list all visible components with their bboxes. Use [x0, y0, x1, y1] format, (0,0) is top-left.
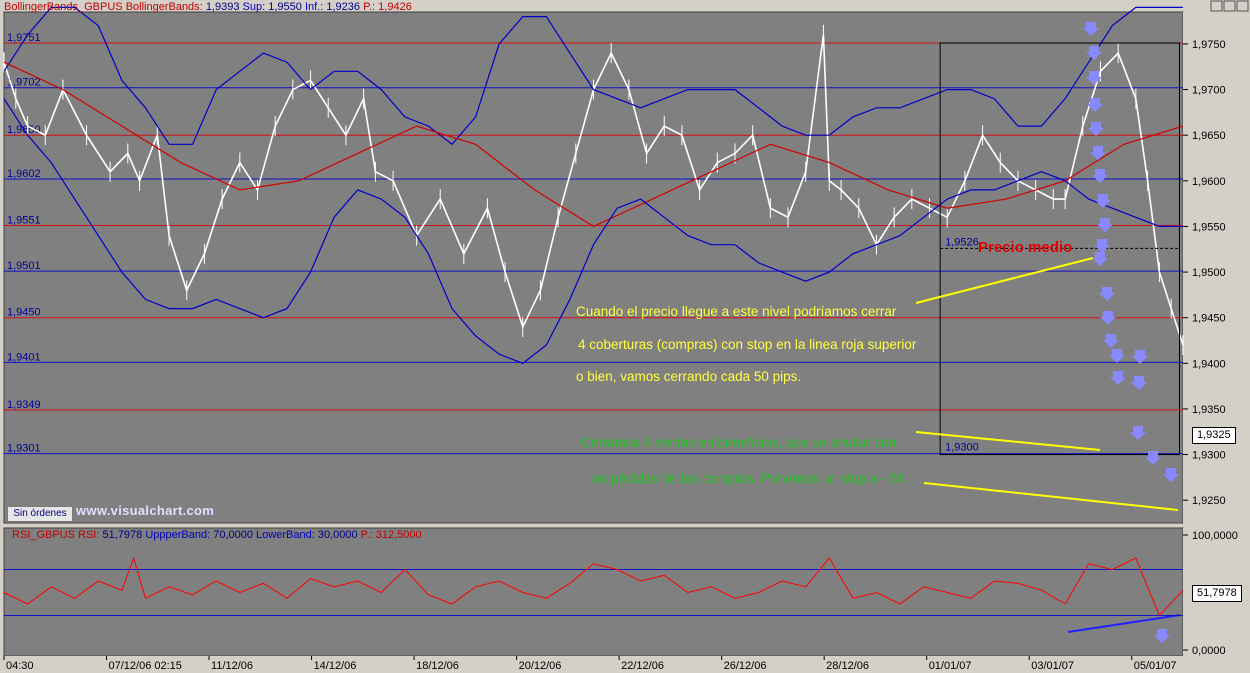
y-tick-label: 1,9650	[1192, 130, 1226, 142]
box-label-bottom: 1,9300	[945, 442, 979, 454]
y-tick-label: 1,9250	[1192, 495, 1226, 507]
x-tick-label: 14/12/06	[314, 660, 357, 672]
p-value: 1,9426	[378, 1, 412, 13]
sup-value: 1,9550	[268, 1, 302, 13]
annotation-text: Cerramos 4 ventas en beneficios, que se …	[581, 435, 896, 450]
p-label: P.:	[363, 1, 376, 13]
x-tick-label: 04:30	[6, 660, 34, 672]
trading-chart: 1,97511,97021,96501,96021,95511,95011,94…	[0, 0, 1250, 673]
box-label-top: 1,9526	[945, 236, 979, 248]
watermark: www.visualchart.com	[76, 503, 215, 518]
upper-value: 70,0000	[213, 529, 253, 541]
x-tick-label: 05/01/07	[1134, 660, 1177, 672]
level-label: 1,9450	[7, 307, 41, 319]
rsi-label: RSI:	[78, 529, 100, 541]
sup-label: Sup:	[242, 1, 266, 13]
series-name: BollingerBands_GBPUS	[4, 1, 123, 13]
y-tick-label: 1,9700	[1192, 85, 1226, 97]
lower-label: LowerBand:	[256, 529, 315, 541]
rsi-value: 51,7978	[102, 529, 143, 541]
last-price-box: 1,9325	[1192, 427, 1236, 444]
x-tick-label: 01/01/07	[929, 660, 972, 672]
x-tick-label: 03/01/07	[1031, 660, 1074, 672]
rsi-header: RSI_GBPUS RSI: 51,7978 UppperBand: 70,00…	[12, 529, 422, 541]
annotation-text: Cuando el precio llegue a este nivel pod…	[576, 304, 897, 319]
x-tick-label: 22/12/06	[621, 660, 664, 672]
level-label: 1,9349	[7, 399, 41, 411]
x-tick-label: 26/12/06	[724, 660, 767, 672]
y-tick-label: 1,9750	[1192, 39, 1226, 51]
annotation-text: o bien, vamos cerrando cada 50 pips.	[576, 369, 801, 384]
level-label: 1,9551	[7, 215, 41, 227]
y-tick-label: 1,9400	[1192, 358, 1226, 370]
upper-label: UppperBand:	[145, 529, 211, 541]
lower-value: 30,0000	[317, 529, 358, 541]
x-tick-label: 28/12/06	[826, 660, 869, 672]
precio-medio-label: Precio medio	[978, 239, 1072, 256]
y-tick-label: 1,9350	[1192, 404, 1226, 416]
rsi-p-value: 312,5000	[375, 529, 422, 541]
x-tick-label: 11/12/06	[211, 660, 253, 672]
price-header: BollingerBands_GBPUS BollingerBands: 1,9…	[4, 1, 412, 13]
minimize-icon[interactable]	[1210, 0, 1223, 12]
indicator-name: BollingerBands:	[125, 1, 203, 13]
x-tick-label: 07/12/06 02:15	[109, 660, 182, 672]
inf-value: 1,9236	[326, 1, 361, 13]
inf-label: Inf.:	[304, 1, 324, 13]
rsi-y-tick-label: 100,0000	[1192, 530, 1238, 542]
orders-button[interactable]: Sin órdenes	[7, 506, 73, 522]
annotation-text: 4 coberturas (compras) con stop en la li…	[578, 337, 917, 352]
rsi-y-tick-label: 0,0000	[1192, 645, 1226, 657]
level-label: 1,9751	[7, 32, 41, 44]
last-rsi-box: 51,7978	[1192, 585, 1242, 602]
x-tick-label: 20/12/06	[519, 660, 562, 672]
rsi-p-label: P.:	[360, 529, 373, 541]
annotation-text: las pédidas de las compras. Ponemos un s…	[590, 471, 904, 486]
y-tick-label: 1,9300	[1192, 450, 1226, 462]
y-tick-label: 1,9600	[1192, 176, 1226, 188]
rsi-series-name: RSI_GBPUS	[12, 529, 75, 541]
x-tick-label: 18/12/06	[416, 660, 459, 672]
y-tick-label: 1,9550	[1192, 221, 1226, 233]
level-label: 1,9602	[7, 168, 41, 180]
level-label: 1,9401	[7, 351, 41, 363]
y-tick-label: 1,9500	[1192, 267, 1226, 279]
close-icon[interactable]	[1236, 0, 1249, 12]
level-label: 1,9301	[7, 443, 41, 455]
rsi-pane[interactable]	[3, 527, 1184, 657]
restore-icon[interactable]	[1223, 0, 1236, 12]
level-label: 1,9501	[7, 260, 41, 272]
window-controls	[1210, 0, 1249, 12]
y-tick-label: 1,9450	[1192, 313, 1226, 325]
indicator-value: 1,9393	[205, 1, 240, 13]
